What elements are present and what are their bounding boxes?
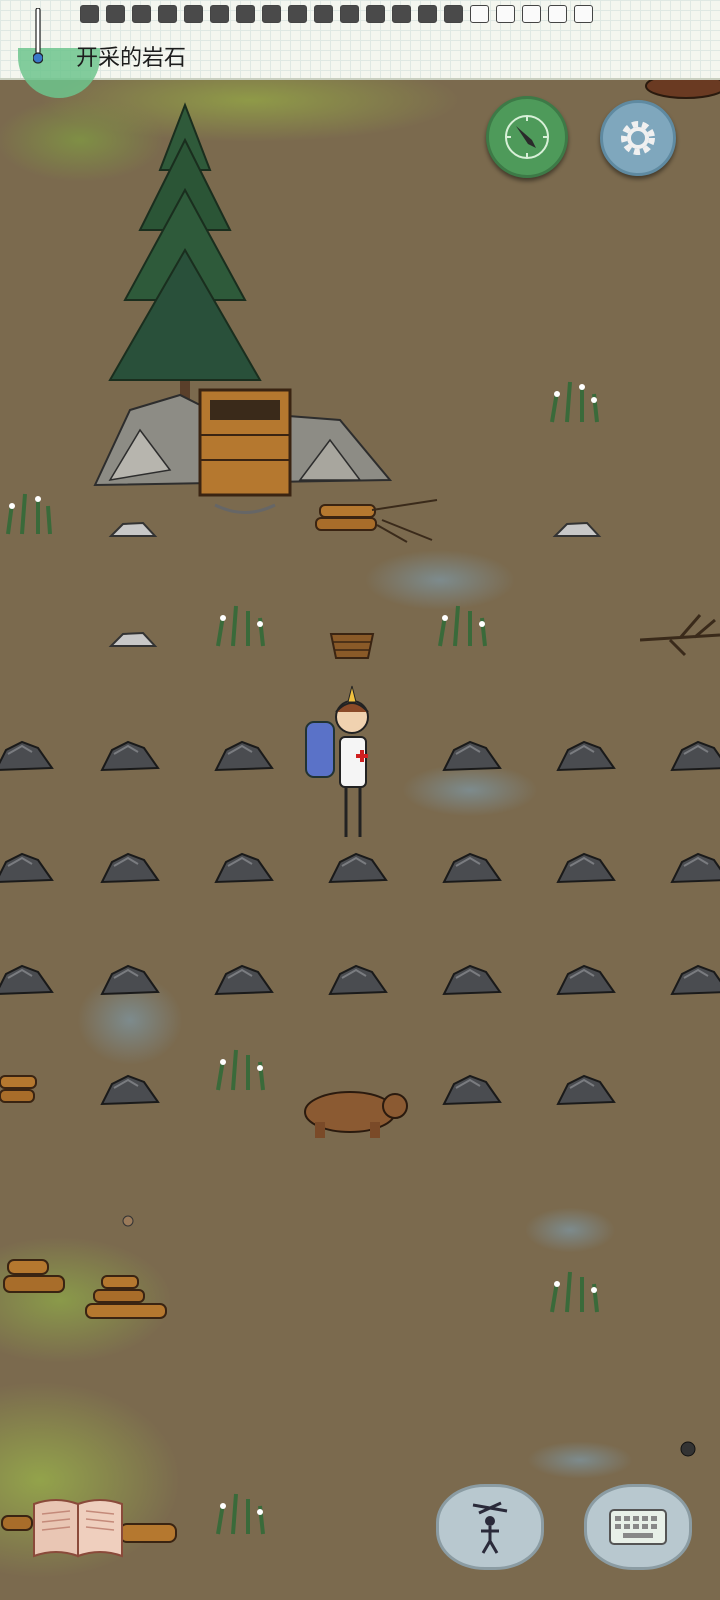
inventory-slot[interactable] [366, 5, 385, 23]
inventory-slot[interactable] [106, 5, 125, 23]
inventory-slot[interactable] [80, 5, 99, 23]
settings-button[interactable] [600, 100, 676, 176]
berry-bush[interactable] [542, 1262, 608, 1314]
inventory-slot[interactable] [496, 5, 515, 23]
mineable-rock[interactable] [0, 850, 56, 890]
mineable-rock[interactable] [0, 738, 56, 778]
mineable-rock[interactable] [440, 962, 504, 1002]
mineable-rock[interactable] [212, 962, 276, 1002]
chat-keyboard-button[interactable] [584, 1484, 692, 1570]
small-stone[interactable] [108, 628, 158, 650]
mineable-rock[interactable] [668, 962, 720, 1002]
pebble[interactable] [678, 1440, 698, 1458]
berry-bush[interactable] [208, 1484, 274, 1536]
mineable-rock[interactable] [98, 850, 162, 890]
mineable-rock[interactable] [212, 738, 276, 778]
puppet-icon [472, 1501, 508, 1554]
berry-bush[interactable] [430, 596, 496, 648]
mineable-rock[interactable] [440, 738, 504, 778]
map-button[interactable] [486, 96, 568, 178]
mineable-rock[interactable] [668, 738, 720, 778]
inventory-slot[interactable] [340, 5, 359, 23]
mineable-rock[interactable] [554, 1072, 618, 1112]
firewood-pile[interactable] [312, 480, 442, 545]
mineable-rock[interactable] [98, 1072, 162, 1112]
log-pile[interactable] [2, 1256, 68, 1302]
mineable-rock[interactable] [326, 962, 390, 1002]
thermometer-icon[interactable] [33, 8, 43, 66]
top-status-bar: 开采的岩石 [0, 0, 720, 98]
berry-bush[interactable] [208, 1040, 274, 1092]
inventory-slot[interactable] [158, 5, 177, 23]
journal-book-icon [33, 1499, 123, 1558]
basket[interactable] [328, 628, 376, 662]
mineable-rock[interactable] [0, 962, 56, 1002]
berry-bush[interactable] [0, 484, 60, 536]
mineable-rock[interactable] [440, 850, 504, 890]
inventory-slot[interactable] [314, 5, 333, 23]
small-stone[interactable] [108, 518, 158, 540]
keyboard-icon [609, 1509, 667, 1545]
status-message: 开采的岩石 [76, 46, 187, 71]
mineable-rock[interactable] [326, 850, 390, 890]
inventory-slot[interactable] [522, 5, 541, 23]
inventory-slot[interactable] [262, 5, 281, 23]
berry-bush[interactable] [208, 596, 274, 648]
inventory-slot[interactable] [288, 5, 307, 23]
small-stone[interactable] [552, 518, 602, 540]
log-pile[interactable] [0, 1072, 40, 1106]
emote-puppet-button[interactable] [436, 1484, 544, 1570]
map-compass-icon [505, 115, 549, 159]
mineable-rock[interactable] [212, 850, 276, 890]
journal-button[interactable] [30, 1496, 126, 1560]
inventory-slot[interactable] [236, 5, 255, 23]
mineable-rock[interactable] [554, 850, 618, 890]
mineable-rock[interactable] [98, 738, 162, 778]
inventory-slot[interactable] [210, 5, 229, 23]
inventory-slot[interactable] [418, 5, 437, 23]
inventory-slot[interactable] [184, 5, 203, 23]
gear-icon [621, 121, 655, 155]
mineable-rock[interactable] [554, 962, 618, 1002]
inventory-slot[interactable] [444, 5, 463, 23]
inventory-bar [80, 5, 593, 27]
brown-bear[interactable] [300, 1082, 410, 1142]
mineable-rock[interactable] [98, 962, 162, 1002]
inventory-slot[interactable] [574, 5, 593, 23]
mineable-rock[interactable] [554, 738, 618, 778]
mineable-rock[interactable] [668, 850, 720, 890]
pine-tree[interactable] [100, 100, 270, 410]
inventory-slot[interactable] [132, 5, 151, 23]
player-character[interactable] [302, 682, 382, 842]
pebble[interactable] [120, 1214, 136, 1228]
log-pile[interactable] [84, 1272, 170, 1328]
inventory-slot[interactable] [548, 5, 567, 23]
inventory-slot[interactable] [392, 5, 411, 23]
berry-bush[interactable] [542, 372, 608, 424]
mineable-rock[interactable] [440, 1072, 504, 1112]
fallen-branch[interactable] [640, 610, 720, 660]
inventory-slot[interactable] [470, 5, 489, 23]
